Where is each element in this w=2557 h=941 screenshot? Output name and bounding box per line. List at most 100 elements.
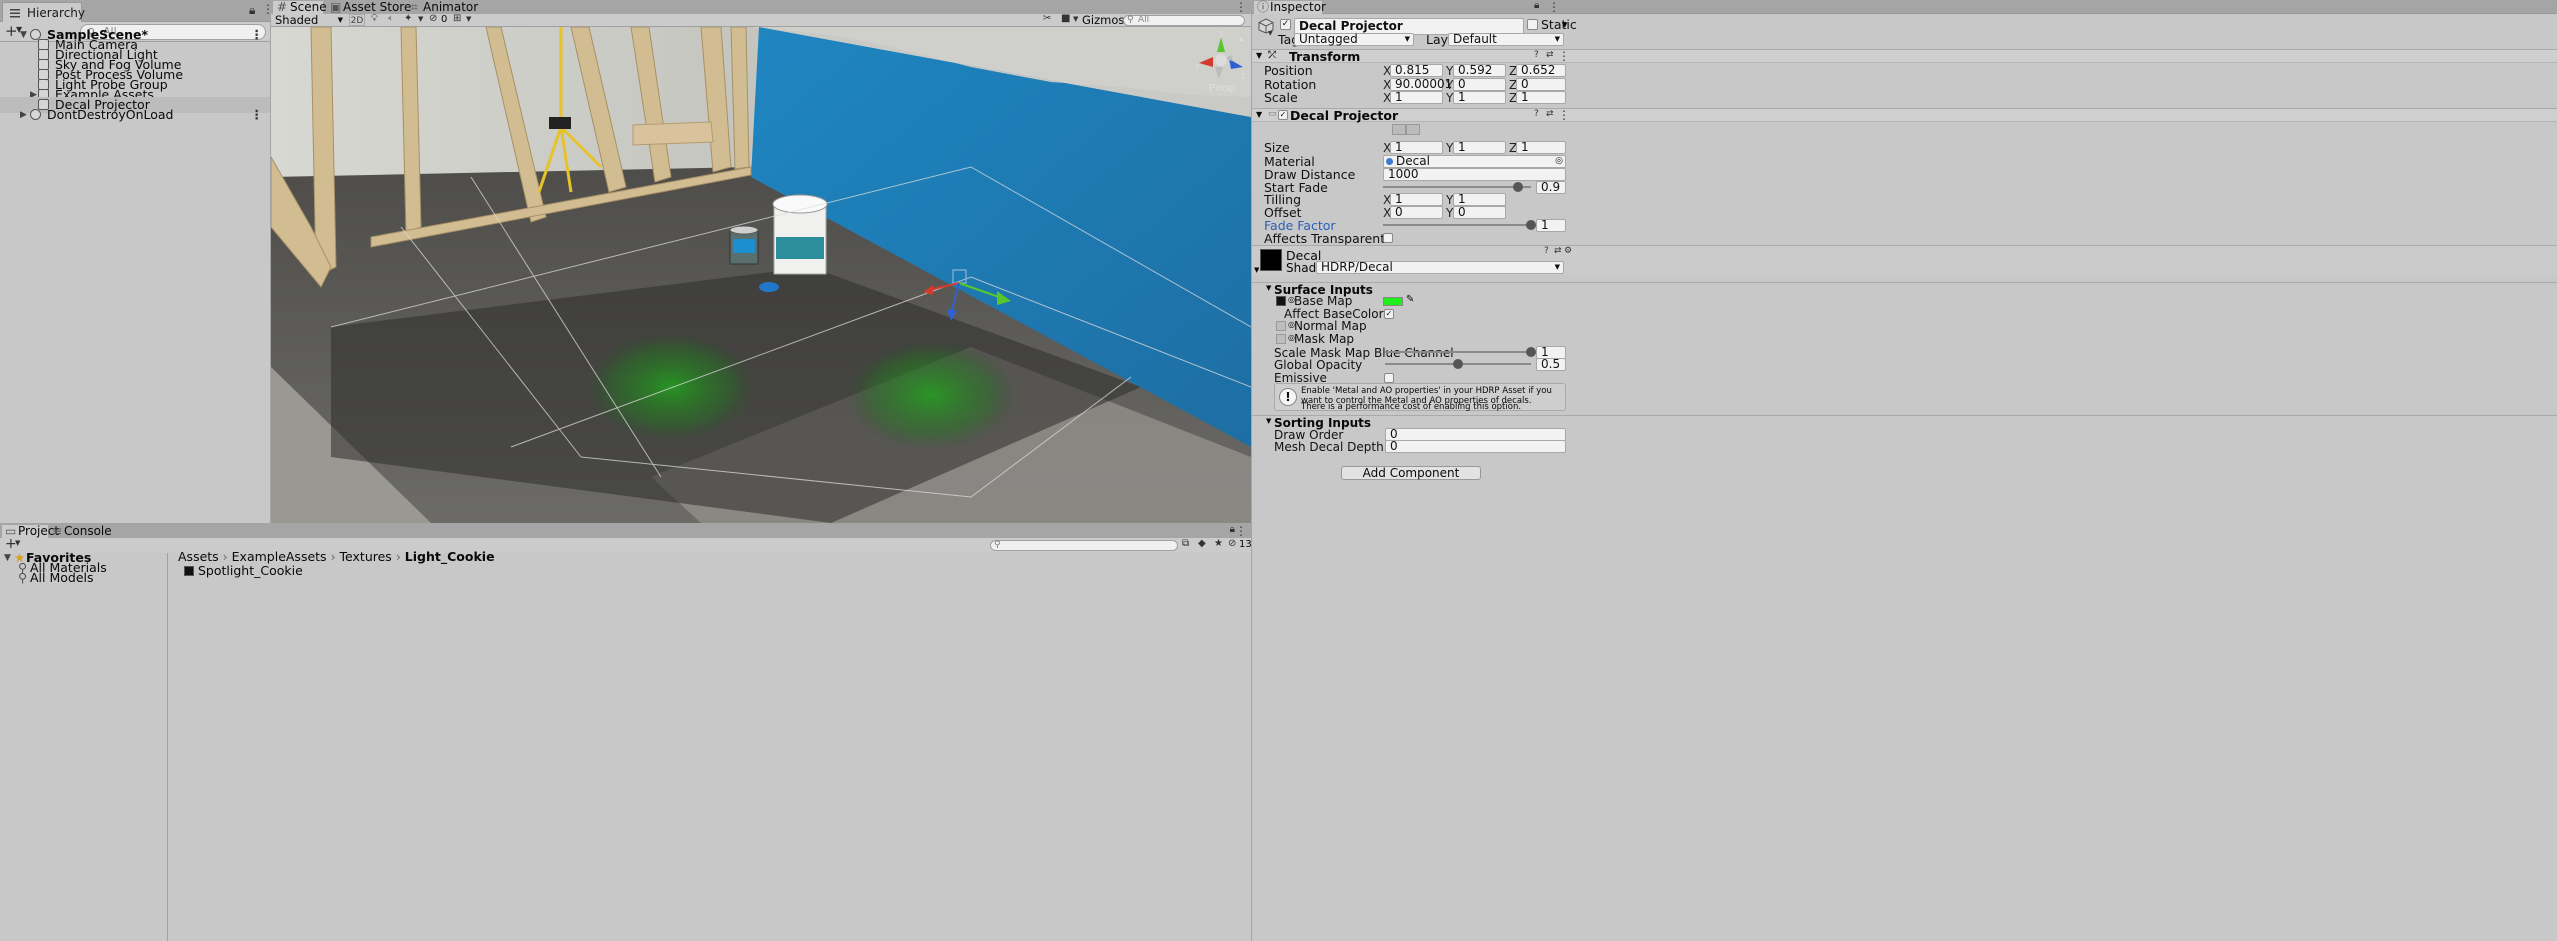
draw-distance-field[interactable]: 1000 — [1383, 168, 1566, 181]
chevron-down-icon[interactable]: ▼ — [15, 539, 20, 547]
static-checkbox[interactable] — [1527, 19, 1538, 30]
add-component-button[interactable]: Add Component — [1341, 466, 1481, 480]
more-icon[interactable]: ⋮ — [1558, 49, 1570, 63]
chevron-down-icon[interactable]: ▼ — [418, 15, 423, 23]
shader-dropdown[interactable]: HDRP/Decal ▼ — [1316, 261, 1564, 274]
global-opacity-slider-handle[interactable] — [1453, 359, 1463, 369]
tag-dropdown[interactable]: Untagged ▼ — [1294, 33, 1414, 46]
emissive-checkbox[interactable] — [1384, 373, 1394, 383]
position-y-field[interactable]: 0.592 — [1453, 64, 1506, 77]
layer-dropdown[interactable]: Default ▼ — [1448, 33, 1564, 46]
tab-inspector[interactable]: ⓘ Inspector — [1254, 1, 1326, 14]
scale-x-field[interactable]: 1 — [1390, 91, 1443, 104]
component-enabled-checkbox[interactable]: ✓ — [1278, 110, 1288, 120]
affects-transparent-checkbox[interactable] — [1383, 233, 1393, 243]
offset-y-field[interactable]: 0 — [1453, 206, 1506, 219]
edit-bounds-button[interactable] — [1392, 124, 1406, 135]
settings-icon[interactable]: ⚙ — [1564, 246, 1572, 256]
visibility-icon[interactable]: ⊘ — [429, 13, 437, 24]
fade-factor-field[interactable]: 1 — [1536, 219, 1566, 232]
position-x-field[interactable]: 0.815 — [1390, 64, 1443, 77]
chevron-down-icon[interactable]: ▼ — [1073, 15, 1078, 23]
decal-projector-component-header[interactable]: ▼ ▭ ✓ Decal Projector ? ⇄ ⋮ — [1252, 108, 2557, 123]
size-z-field[interactable]: 1 — [1516, 141, 1566, 154]
expand-arrow-icon[interactable]: ▼ — [1266, 417, 1271, 425]
active-checkbox[interactable]: ✓ — [1280, 19, 1291, 30]
preset-icon[interactable]: ⇄ — [1546, 50, 1554, 60]
tab-hierarchy[interactable]: Hierarchy — [2, 2, 85, 22]
file-item[interactable]: Spotlight_Cookie — [184, 563, 1251, 579]
more-icon[interactable]: ⋮ — [251, 107, 263, 123]
position-z-field[interactable]: 0.652 — [1516, 64, 1566, 77]
scene-viewport[interactable]: y x z 🔒︎ Persp — [271, 27, 1251, 523]
tab-console[interactable]: ≡ Console — [50, 525, 112, 538]
depth-bias-field[interactable]: 0 — [1385, 440, 1566, 453]
lighting-toggle-icon[interactable]: 💡︎ — [371, 13, 378, 24]
affect-basecolor-checkbox[interactable]: ✓ — [1384, 309, 1394, 319]
effects-icon[interactable]: ✦ — [404, 13, 412, 24]
lock-icon[interactable]: 🔒︎ — [1239, 34, 1243, 43]
fade-factor-slider-handle[interactable] — [1526, 220, 1536, 230]
expand-arrow-icon[interactable]: ▼ — [1256, 110, 1262, 119]
favorite-item[interactable]: ⚲ All Models — [0, 570, 167, 586]
more-icon[interactable]: ⋮ — [1558, 108, 1570, 122]
tab-asset-store[interactable]: ▣ Asset Store — [327, 1, 411, 14]
expand-arrow-icon[interactable]: ▼ — [1254, 266, 1259, 274]
scale-mask-slider[interactable] — [1385, 351, 1531, 353]
grid-icon[interactable]: ⊞ — [453, 13, 461, 24]
tree-item-dontdestroy[interactable]: ▶ DontDestroyOnLoad ⋮ — [0, 107, 270, 123]
surface-inputs-header[interactable]: ▼ Surface Inputs — [1252, 282, 2557, 297]
audio-toggle-icon[interactable]: 🔈︎ — [388, 13, 394, 24]
chevron-down-icon[interactable]: ▼ — [1268, 30, 1273, 37]
persp-label[interactable]: Persp — [1209, 83, 1236, 94]
size-y-field[interactable]: 1 — [1453, 141, 1506, 154]
tools-icon[interactable]: ✂ — [1043, 13, 1051, 24]
offset-x-field[interactable]: 0 — [1390, 206, 1443, 219]
base-map-color-swatch[interactable] — [1383, 297, 1403, 306]
camera-icon[interactable]: ■ — [1061, 13, 1070, 24]
visibility-icon[interactable]: ⊘ — [1228, 538, 1236, 549]
mask-map-texture-slot[interactable] — [1276, 334, 1286, 344]
chevron-down-icon[interactable]: ▼ — [1562, 21, 1567, 29]
preset-icon[interactable]: ⇄ — [1546, 109, 1554, 119]
help-icon[interactable]: ? — [1534, 50, 1539, 60]
lock-icon[interactable]: 🔒︎ — [249, 3, 255, 18]
expand-arrow-icon[interactable]: ▼ — [1266, 284, 1271, 292]
scale-z-field[interactable]: 1 — [1516, 91, 1566, 104]
more-icon[interactable]: ⋮ — [1235, 524, 1247, 538]
breadcrumb-item[interactable]: Assets — [178, 549, 219, 564]
edit-pivot-button[interactable] — [1406, 124, 1420, 135]
breadcrumb-item[interactable]: ExampleAssets — [232, 549, 327, 564]
object-picker-icon[interactable]: ◎ — [1555, 156, 1563, 167]
project-search-input[interactable]: ⚲ — [990, 540, 1178, 551]
more-icon[interactable]: ⋮ — [1235, 0, 1247, 14]
start-fade-field[interactable]: 0.9 — [1536, 181, 1566, 194]
breadcrumb-item-current[interactable]: Light_Cookie — [405, 549, 495, 564]
help-icon[interactable]: ? — [1534, 109, 1539, 119]
tab-animator[interactable]: ⌗ Animator — [409, 1, 478, 14]
scene-search-input[interactable]: ⚲ All — [1123, 15, 1245, 26]
size-x-field[interactable]: 1 — [1390, 141, 1443, 154]
sorting-inputs-header[interactable]: ▼ Sorting Inputs — [1252, 415, 2557, 430]
normal-map-texture-slot[interactable] — [1276, 321, 1286, 331]
filter-type-icon[interactable]: ⧉ — [1182, 538, 1189, 549]
preset-icon[interactable]: ⇄ — [1554, 246, 1562, 256]
chevron-down-icon[interactable]: ▼ — [466, 15, 471, 23]
base-map-texture-slot[interactable] — [1276, 296, 1286, 306]
breadcrumb-item[interactable]: Textures — [340, 549, 392, 564]
fade-factor-slider[interactable] — [1383, 224, 1531, 226]
global-opacity-field[interactable]: 0.5 — [1536, 358, 1566, 371]
filter-label-icon[interactable]: ◆ — [1198, 538, 1206, 549]
help-icon[interactable]: ? — [1544, 246, 1549, 256]
2d-toggle-button[interactable]: 2D — [349, 14, 365, 26]
start-fade-slider-handle[interactable] — [1513, 182, 1523, 192]
start-fade-slider[interactable] — [1383, 186, 1531, 188]
shading-mode-dropdown[interactable]: Shaded ▼ — [273, 14, 345, 26]
transform-component-header[interactable]: ▼ ⤱ Transform ? ⇄ ⋮ — [1252, 49, 2557, 64]
scale-y-field[interactable]: 1 — [1453, 91, 1506, 104]
eyedropper-icon[interactable]: ✎ — [1406, 294, 1414, 305]
expand-arrow-icon[interactable]: ▶ — [20, 107, 27, 123]
scale-mask-slider-handle[interactable] — [1526, 347, 1536, 357]
lock-icon[interactable]: 🔒︎ — [1534, 0, 1539, 11]
expand-arrow-icon[interactable]: ▼ — [1256, 51, 1262, 60]
